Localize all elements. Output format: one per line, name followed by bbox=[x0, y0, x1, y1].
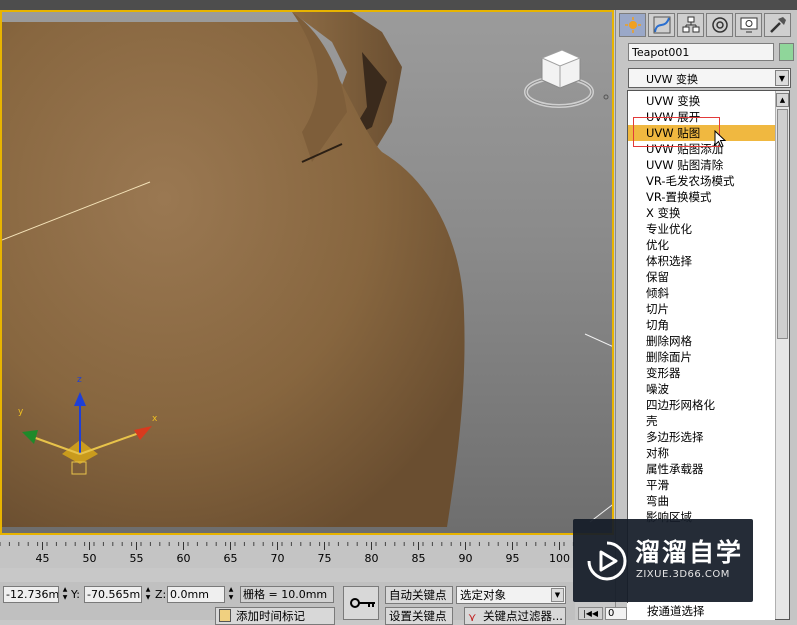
key-filter-icon: ⋎ bbox=[468, 610, 477, 624]
key-icon bbox=[349, 598, 375, 608]
timeline-tick-label: 70 bbox=[270, 552, 285, 565]
timeline-tick-label: 45 bbox=[35, 552, 50, 565]
go-to-start-button[interactable]: |◀◀ bbox=[578, 607, 603, 620]
modifier-item[interactable]: 倾斜 bbox=[628, 285, 776, 301]
set-key-button[interactable]: 设置关键点 bbox=[385, 607, 453, 625]
modifier-list-selected: UVW 变换 bbox=[646, 73, 698, 86]
display-icon bbox=[740, 17, 757, 33]
timeline-tick-label: 55 bbox=[129, 552, 144, 565]
timeline-tick-label: 95 bbox=[505, 552, 520, 565]
y-spinner-icon[interactable]: ▲ ▼ bbox=[144, 586, 152, 603]
gizmo-z-label: z bbox=[77, 375, 82, 385]
modifier-item-last[interactable]: 按通道选择 bbox=[627, 603, 775, 620]
gizmo-x-label: x bbox=[152, 414, 158, 424]
z-label: Z: bbox=[155, 588, 167, 601]
chevron-down-icon[interactable]: ▼ bbox=[551, 588, 564, 602]
add-time-tag-button[interactable]: 添加时间标记 bbox=[215, 607, 335, 625]
play-logo-icon bbox=[587, 541, 627, 581]
x-spinner-icon[interactable]: ▲ ▼ bbox=[61, 586, 69, 603]
timeline-ruler[interactable]: 45 50 55 60 65 70 75 80 85 90 95 100 bbox=[0, 540, 575, 568]
grid-size-display: 栅格 = 10.0mm bbox=[240, 586, 334, 603]
frame-field[interactable]: 0 bbox=[605, 607, 627, 620]
modifier-item[interactable]: 变形器 bbox=[628, 365, 776, 381]
viewcube-icon bbox=[524, 49, 609, 108]
modifier-item[interactable]: 切片 bbox=[628, 301, 776, 317]
time-tag-icon bbox=[219, 609, 231, 622]
modifier-item[interactable]: 属性承载器 bbox=[628, 461, 776, 477]
watermark-logo: 溜溜自学 ZIXUE.3D66.COM bbox=[573, 519, 753, 602]
create-tab[interactable] bbox=[619, 13, 646, 37]
display-tab[interactable] bbox=[735, 13, 762, 37]
mouse-cursor-icon bbox=[714, 130, 726, 148]
gizmo-y-label: y bbox=[18, 407, 24, 417]
x-coordinate-field[interactable]: -12.736mm bbox=[3, 586, 59, 603]
modifier-item[interactable]: 噪波 bbox=[628, 381, 776, 397]
key-filters-button[interactable]: ⋎ 关键点过滤器... bbox=[464, 607, 566, 625]
auto-key-button[interactable]: 自动关键点 bbox=[385, 586, 453, 604]
modifier-item[interactable]: UVW 变换 bbox=[628, 93, 776, 109]
modifier-item[interactable]: 优化 bbox=[628, 237, 776, 253]
object-name-field[interactable] bbox=[628, 43, 774, 61]
top-strip bbox=[0, 0, 797, 10]
dropdown-scrollbar[interactable]: ▲ bbox=[775, 91, 789, 619]
scroll-thumb[interactable] bbox=[777, 109, 788, 339]
modifier-item[interactable]: VR-置换模式 bbox=[628, 189, 776, 205]
modifier-item[interactable]: UVW 贴图清除 bbox=[628, 157, 776, 173]
z-spinner-icon[interactable]: ▲ ▼ bbox=[227, 586, 235, 603]
y-coordinate-field[interactable]: -70.565mm bbox=[84, 586, 142, 603]
sun-create-icon bbox=[624, 17, 641, 33]
modifier-item[interactable]: 对称 bbox=[628, 445, 776, 461]
modifier-item[interactable]: 平滑 bbox=[628, 477, 776, 493]
modifier-item[interactable]: 删除面片 bbox=[628, 349, 776, 365]
selection-annotation-box bbox=[633, 117, 720, 147]
timeline-tick-label: 100 bbox=[549, 552, 570, 565]
watermark-subtitle: ZIXUE.3D66.COM bbox=[636, 569, 730, 580]
modifier-item[interactable]: 四边形网格化 bbox=[628, 397, 776, 413]
timeline-tick-label: 60 bbox=[176, 552, 191, 565]
timeline-tick-label: 80 bbox=[364, 552, 379, 565]
y-label: Y: bbox=[71, 588, 80, 601]
utilities-hammer-icon bbox=[769, 17, 786, 33]
perspective-viewport[interactable]: z x y bbox=[0, 10, 614, 535]
modifier-item[interactable]: 弯曲 bbox=[628, 493, 776, 509]
modifier-item[interactable]: 保留 bbox=[628, 269, 776, 285]
timeline-tick-label: 90 bbox=[458, 552, 473, 565]
hierarchy-icon bbox=[682, 16, 699, 33]
modifier-item[interactable]: 壳 bbox=[628, 413, 776, 429]
modifier-item[interactable]: 多边形选择 bbox=[628, 429, 776, 445]
add-time-tag-label: 添加时间标记 bbox=[236, 609, 305, 623]
chevron-down-icon[interactable]: ▼ bbox=[775, 70, 789, 86]
timeline-tick-label: 50 bbox=[82, 552, 97, 565]
set-key-mode-button[interactable] bbox=[343, 586, 379, 620]
selection-set-dropdown[interactable]: 选定对象 ▼ bbox=[456, 586, 566, 604]
hierarchy-tab[interactable] bbox=[677, 13, 704, 37]
modifier-item[interactable]: 切角 bbox=[628, 317, 776, 333]
object-color-swatch[interactable] bbox=[779, 43, 794, 61]
modifier-item[interactable]: X 变换 bbox=[628, 205, 776, 221]
timeline-tick-label: 65 bbox=[223, 552, 238, 565]
modify-curve-icon bbox=[653, 16, 670, 34]
modify-tab[interactable] bbox=[648, 13, 675, 37]
modifier-list-select[interactable]: UVW 变换 ▼ bbox=[628, 68, 791, 88]
watermark-title: 溜溜自学 bbox=[635, 538, 744, 567]
utilities-tab[interactable] bbox=[764, 13, 791, 37]
status-bar: -12.736mm ▲▼ Y: -70.565mm ▲▼ Z: 0.0mm ▲▼… bbox=[0, 582, 575, 625]
modifier-item[interactable]: VR-毛发农场模式 bbox=[628, 173, 776, 189]
key-filters-label: 关键点过滤器... bbox=[483, 609, 563, 623]
selection-set-label: 选定对象 bbox=[460, 588, 506, 602]
modifier-item[interactable]: 专业优化 bbox=[628, 221, 776, 237]
motion-tab[interactable] bbox=[706, 13, 733, 37]
modifier-item[interactable]: 删除网格 bbox=[628, 333, 776, 349]
timeline-tick-label: 85 bbox=[411, 552, 426, 565]
scroll-up-arrow-icon[interactable]: ▲ bbox=[776, 93, 789, 107]
timeline-tick-label: 75 bbox=[317, 552, 332, 565]
motion-icon bbox=[711, 17, 728, 33]
z-coordinate-field[interactable]: 0.0mm bbox=[167, 586, 225, 603]
modifier-item[interactable]: 体积选择 bbox=[628, 253, 776, 269]
